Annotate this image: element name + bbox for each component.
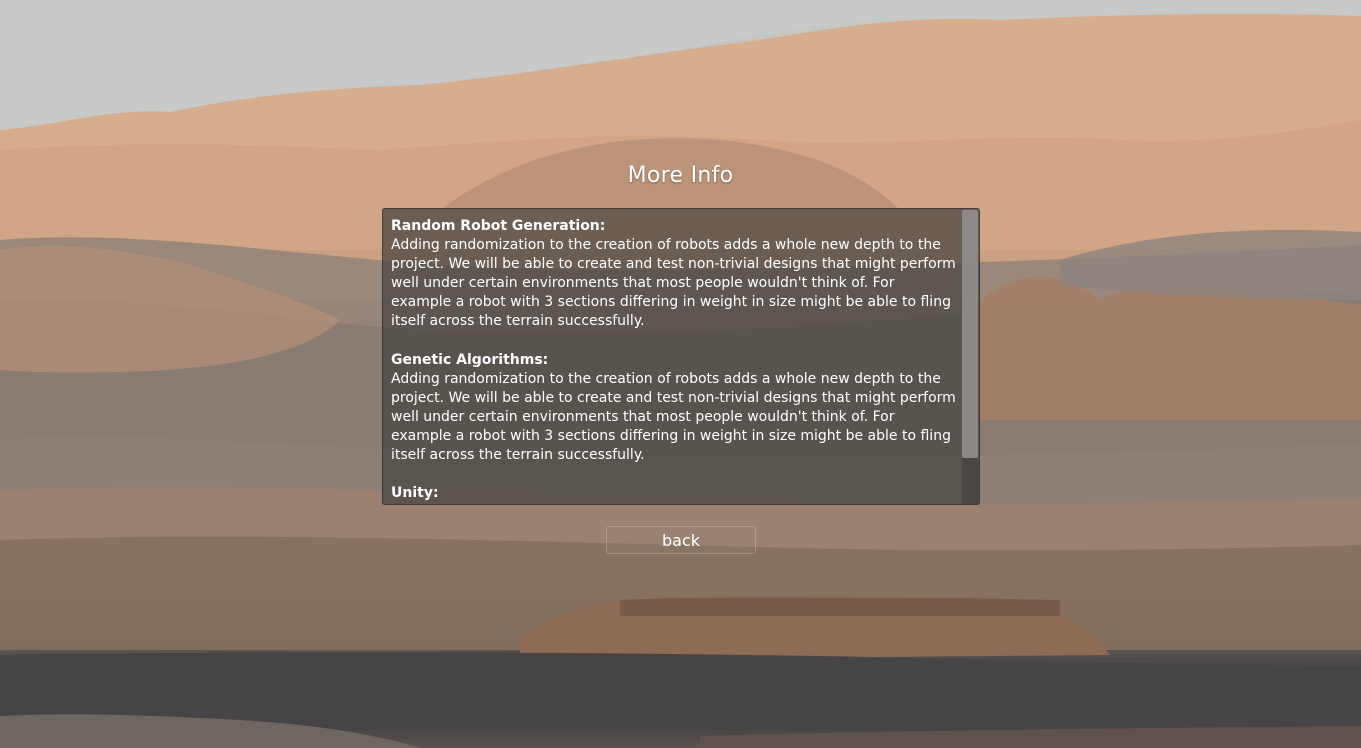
section-heading-unity: Unity: [391,485,439,502]
back-button[interactable]: back [606,526,756,554]
section-body-genetic-algorithms: Adding randomization to the creation of … [391,370,956,464]
scrollbar-track[interactable] [962,210,978,504]
section-heading-random-robot-generation: Random Robot Generation: [391,218,606,234]
page-title: More Info [627,163,734,188]
section-body-random-robot-generation: Adding randomization to the creation of … [391,237,956,330]
info-scroll-panel[interactable]: Random Robot Generation: Adding randomiz… [382,208,980,505]
section-heading-genetic-algorithms: Genetic Algorithms: [391,351,549,368]
info-content: Random Robot Generation: Adding randomiz… [391,217,957,504]
scrollbar-thumb[interactable] [962,210,978,458]
mars-background: More Info Random Robot Generation: Addin… [0,0,1361,748]
